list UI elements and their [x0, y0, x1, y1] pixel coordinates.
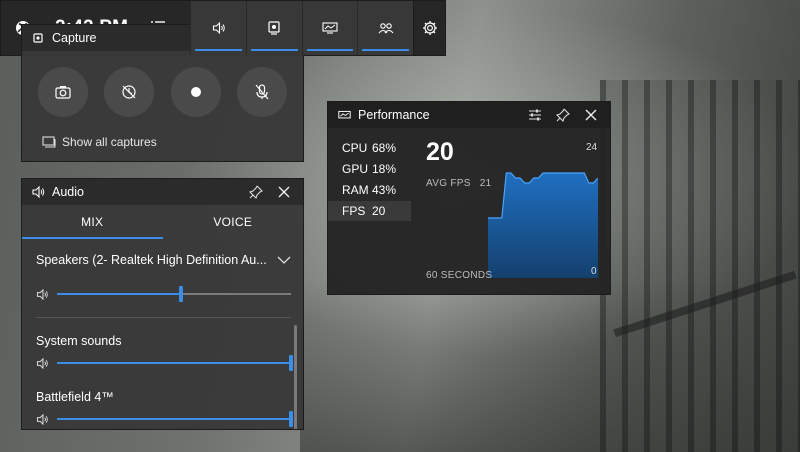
people-icon	[378, 23, 394, 34]
capture-widget-button[interactable]	[245, 1, 302, 55]
performance-widget-button[interactable]	[301, 1, 358, 55]
device-volume-slider[interactable]	[57, 286, 291, 302]
volume-icon	[36, 413, 48, 425]
current-fps: 20	[426, 138, 454, 166]
app-name-battlefield: Battlefield 4™	[36, 390, 114, 404]
chevron-down-icon	[277, 256, 291, 264]
capture-icon	[268, 21, 280, 35]
volume-icon	[36, 288, 48, 300]
avg-fps: AVG FPS 21	[426, 178, 492, 189]
battlefield-volume-slider[interactable]	[57, 411, 293, 427]
stat-ram[interactable]: RAM 43%	[328, 180, 411, 200]
tab-voice[interactable]: VOICE	[163, 205, 304, 239]
output-device-select[interactable]: Speakers (2- Realtek High Definition Au.…	[22, 239, 303, 267]
audio-title: Audio	[52, 185, 84, 199]
battlefield-volume-row	[22, 408, 303, 429]
output-device-name: Speakers (2- Realtek High Definition Au.…	[36, 253, 267, 267]
performance-panel: Performance CPU 68% GPU 18% RAM 43% FPS …	[327, 101, 611, 295]
record-last-icon	[122, 85, 136, 99]
stat-key: CPU	[342, 141, 368, 155]
avg-fps-label: AVG FPS	[426, 178, 471, 189]
screenshot-button[interactable]	[38, 67, 88, 117]
audio-header: Audio	[22, 179, 303, 205]
slider-thumb[interactable]	[289, 355, 293, 371]
performance-icon	[338, 108, 352, 122]
close-icon[interactable]	[273, 181, 295, 203]
graph-duration-label: 60 SECONDS	[426, 270, 493, 281]
stat-value: 18%	[372, 162, 397, 176]
camera-icon	[55, 86, 71, 99]
gear-icon	[422, 21, 437, 35]
audio-scrollbar[interactable]	[294, 325, 297, 429]
show-all-captures-link[interactable]: Show all captures	[42, 135, 303, 149]
speaker-icon	[212, 22, 225, 34]
stat-key: GPU	[342, 162, 369, 176]
stat-value: 20	[372, 204, 386, 218]
device-volume-row	[22, 283, 303, 305]
record-icon	[190, 87, 201, 97]
stat-fps[interactable]: FPS 20	[328, 201, 411, 221]
graph-max-label: 24	[586, 142, 598, 153]
system-sounds-volume-slider[interactable]	[57, 355, 293, 371]
stat-key: RAM	[342, 183, 369, 197]
gallery-icon	[42, 136, 56, 148]
start-recording-button[interactable]	[170, 67, 221, 117]
mic-toggle-button[interactable]	[236, 67, 287, 117]
divider	[36, 317, 291, 318]
slider-thumb[interactable]	[289, 411, 293, 427]
speaker-icon	[32, 185, 46, 199]
stat-key: FPS	[342, 204, 366, 218]
social-widget-button[interactable]	[357, 1, 414, 55]
app-name-system-sounds: System sounds	[36, 334, 122, 348]
tab-mix[interactable]: MIX	[22, 205, 163, 239]
settings-button[interactable]	[413, 1, 445, 55]
graph-min-label: 0	[591, 266, 597, 277]
fps-graph	[488, 172, 598, 278]
performance-icon	[322, 22, 338, 34]
stat-value: 43%	[372, 183, 397, 197]
record-last-button[interactable]	[104, 67, 155, 117]
audio-widget-button[interactable]	[190, 1, 246, 55]
performance-header: Performance	[328, 102, 610, 128]
slider-thumb[interactable]	[179, 286, 184, 302]
volume-icon	[36, 357, 48, 369]
stat-gpu[interactable]: GPU 18%	[328, 159, 411, 179]
pin-icon[interactable]	[245, 181, 267, 203]
show-all-label: Show all captures	[62, 135, 157, 149]
close-icon[interactable]	[580, 104, 602, 126]
options-icon[interactable]	[524, 104, 546, 126]
pin-icon[interactable]	[552, 104, 574, 126]
audio-panel: Audio MIX VOICE Speakers (2- Realtek Hig…	[21, 178, 304, 430]
system-sounds-volume-row	[22, 352, 303, 374]
performance-title: Performance	[358, 108, 430, 122]
stat-value: 68%	[372, 141, 397, 155]
stat-cpu[interactable]: CPU 68%	[328, 138, 411, 158]
mic-off-icon	[255, 84, 269, 100]
capture-icon	[32, 31, 46, 45]
